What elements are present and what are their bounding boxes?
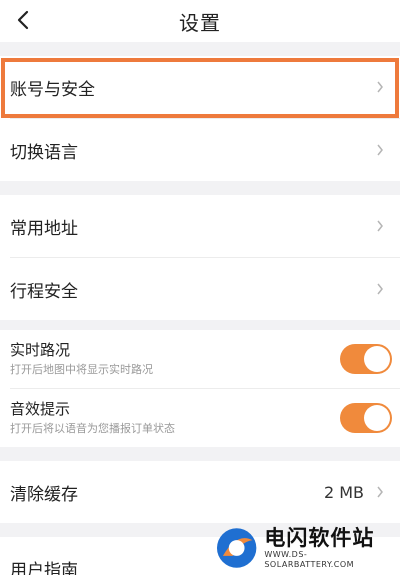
settings-item-sound-prompt: 音效提示 打开后将以语音为您播报订单状态 (0, 389, 400, 447)
cache-group: 清除缓存 2 MB (0, 461, 400, 523)
toggle-title: 实时路况 (10, 341, 71, 359)
toggle-title: 音效提示 (10, 400, 71, 418)
toggles-group: 实时路况 打开后地图中将显示实时路况 音效提示 打开后将以语音为您播报订单状态 (0, 330, 400, 447)
chevron-right-icon (374, 219, 386, 233)
settings-item-common-address[interactable]: 常用地址 (0, 195, 400, 257)
back-button[interactable] (10, 6, 36, 34)
chevron-left-icon (17, 10, 29, 30)
chevron-right-icon (374, 143, 386, 157)
watermark: 电闪软件站 WWW.DS-SOLARBATTERY.COM (215, 525, 395, 571)
toggle-subtitle: 打开后将以语音为您播报订单状态 (10, 422, 175, 435)
settings-item-trip-safety[interactable]: 行程安全 (0, 258, 400, 320)
settings-item-label: 切换语言 (10, 142, 78, 163)
nav-bar: 设置 (0, 0, 400, 42)
cache-size: 2 MB (323, 482, 364, 502)
account-group: 账号与安全 切换语言 (0, 56, 400, 181)
settings-item-label: 清除缓存 (10, 484, 78, 505)
places-group: 常用地址 行程安全 (0, 195, 400, 320)
settings-item-label: 常用地址 (10, 218, 78, 239)
settings-item-realtime-traffic: 实时路况 打开后地图中将显示实时路况 (0, 330, 400, 388)
settings-item-switch-language[interactable]: 切换语言 (0, 119, 400, 181)
settings-item-label: 账号与安全 (10, 79, 95, 100)
settings-item-account-security[interactable]: 账号与安全 (0, 56, 400, 118)
chevron-right-icon (374, 80, 386, 94)
toggle-subtitle: 打开后地图中将显示实时路况 (10, 363, 153, 376)
realtime-traffic-toggle[interactable] (340, 344, 392, 374)
settings-item-clear-cache[interactable]: 清除缓存 2 MB (0, 461, 400, 523)
chevron-right-icon (374, 485, 386, 499)
toggle-knob (364, 405, 390, 431)
sound-prompt-toggle[interactable] (340, 403, 392, 433)
watermark-logo-icon (216, 528, 257, 568)
chevron-right-icon (374, 282, 386, 296)
toggle-knob (364, 346, 390, 372)
settings-item-label: 行程安全 (10, 281, 78, 302)
page-title: 设置 (179, 10, 221, 35)
watermark-title: 电闪软件站 (264, 526, 375, 550)
watermark-url: WWW.DS-SOLARBATTERY.COM (264, 550, 355, 569)
